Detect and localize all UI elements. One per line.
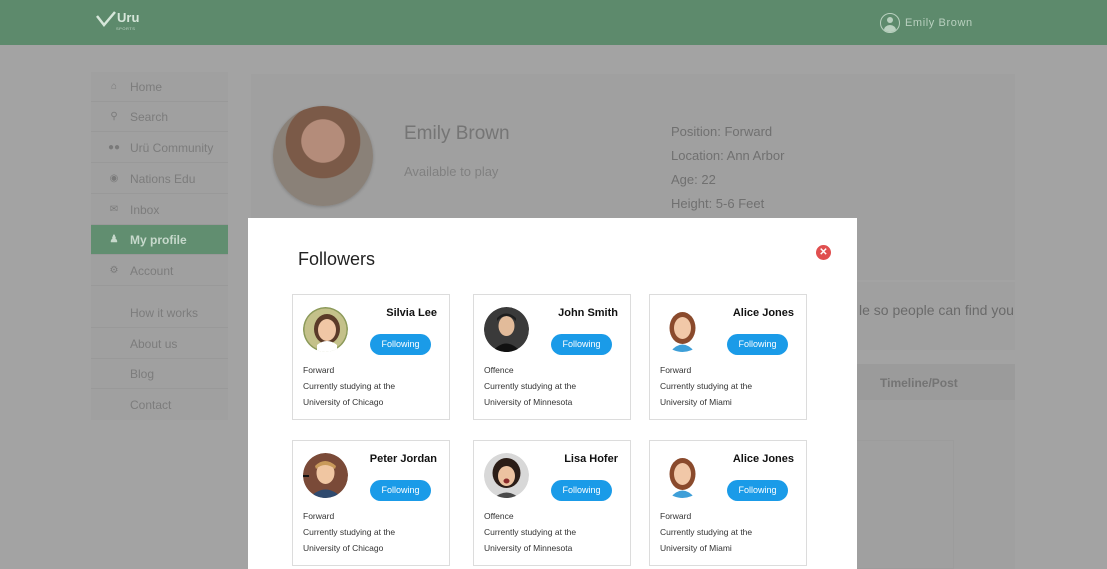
profile-status: Available to play xyxy=(404,164,499,179)
sidebar-item-label: Blog xyxy=(130,366,155,381)
follower-university: University of Miami xyxy=(660,543,732,553)
sidebar-item-label: Account xyxy=(130,263,174,278)
follower-name[interactable]: Alice Jones xyxy=(733,453,794,465)
profile-avatar xyxy=(273,106,373,206)
following-button[interactable]: Following xyxy=(551,334,612,355)
follower-study-line: Currently studying at the xyxy=(484,381,577,391)
user-name: Emily Brown xyxy=(905,17,973,29)
user-menu[interactable]: Emily Brown xyxy=(880,13,973,33)
home-icon: ⌂ xyxy=(110,81,118,92)
followers-modal: Followers ✕ Silvia Lee Following Forward… xyxy=(248,218,857,569)
follower-university: University of Chicago xyxy=(303,397,384,407)
following-button[interactable]: Following xyxy=(727,480,788,501)
profile-hint-text: le so people can find you xyxy=(859,302,1014,318)
sidebar-item-label: Contact xyxy=(130,398,172,412)
follower-position: Forward xyxy=(660,365,692,375)
tab-timeline-post[interactable]: Timeline/Post xyxy=(880,376,958,390)
timeline-box xyxy=(856,440,954,569)
follower-card: Lisa Hofer Following Offence Currently s… xyxy=(473,440,631,566)
logo-text: Uru xyxy=(117,10,140,25)
follower-avatar[interactable] xyxy=(303,453,348,498)
sidebar-item-label: Home xyxy=(130,79,163,94)
follower-position: Offence xyxy=(484,511,514,521)
sidebar-item-label: Urü Community xyxy=(130,140,214,155)
search-icon: ⚲ xyxy=(110,111,118,122)
follower-study-line: Currently studying at the xyxy=(660,527,753,537)
follower-position: Forward xyxy=(303,365,335,375)
follower-position: Forward xyxy=(660,511,692,521)
sidebar-item-label: How it works xyxy=(130,305,199,320)
following-button[interactable]: Following xyxy=(370,480,431,501)
following-button[interactable]: Following xyxy=(727,334,788,355)
follower-card: John Smith Following Offence Currently s… xyxy=(473,294,631,420)
mail-icon: ✉ xyxy=(109,204,119,215)
top-navbar: Uru SPORTS Emily Brown xyxy=(0,0,1107,45)
user-icon: ♟ xyxy=(109,234,119,245)
follower-university: University of Chicago xyxy=(303,543,384,553)
uru-logo[interactable]: Uru SPORTS xyxy=(96,10,140,31)
close-icon[interactable]: ✕ xyxy=(816,245,831,260)
follower-name[interactable]: Alice Jones xyxy=(733,307,794,319)
follower-avatar[interactable] xyxy=(303,307,348,352)
sidebar-item-label: Search xyxy=(130,109,169,124)
follower-name[interactable]: Lisa Hofer xyxy=(564,453,618,465)
follower-avatar[interactable] xyxy=(484,453,529,498)
profile-position: Position: Forward xyxy=(671,124,773,139)
follower-position: Offence xyxy=(484,365,514,375)
globe-icon: ◉ xyxy=(109,173,119,184)
modal-title: Followers xyxy=(298,249,376,269)
logo-subtext: SPORTS xyxy=(116,26,136,31)
sidebar-item-nations-edu[interactable]: ◉ Nations Edu xyxy=(91,164,228,194)
follower-study-line: Currently studying at the xyxy=(303,381,396,391)
sidebar-item-label: About us xyxy=(130,336,178,351)
sidebar-item-label: Inbox xyxy=(130,202,160,217)
follower-study-line: Currently studying at the xyxy=(660,381,753,391)
follower-name[interactable]: Silvia Lee xyxy=(386,307,437,319)
sidebar-item-inbox[interactable]: ✉ Inbox xyxy=(91,195,228,225)
user-avatar-icon xyxy=(880,13,900,33)
sidebar: ⌂ Home ⚲ Search ●● Urü Community ◉ Natio… xyxy=(91,72,228,420)
follower-university: University of Minnesota xyxy=(484,543,573,553)
sidebar-item-about-us[interactable]: About us xyxy=(91,329,228,359)
follower-card: Alice Jones Following Forward Currently … xyxy=(649,294,807,420)
follower-position: Forward xyxy=(303,511,335,521)
follower-avatar[interactable] xyxy=(660,307,705,352)
sidebar-item-search[interactable]: ⚲ Search xyxy=(91,102,228,132)
following-button[interactable]: Following xyxy=(551,480,612,501)
follower-university: University of Minnesota xyxy=(484,397,573,407)
follower-name[interactable]: Peter Jordan xyxy=(370,453,437,465)
profile-age: Age: 22 xyxy=(671,172,716,187)
sidebar-item-community[interactable]: ●● Urü Community xyxy=(91,133,228,163)
profile-location: Location: Ann Arbor xyxy=(671,148,785,163)
profile-name: Emily Brown xyxy=(404,123,510,144)
follower-card: Silvia Lee Following Forward Currently s… xyxy=(292,294,450,420)
sidebar-item-how-it-works[interactable]: How it works xyxy=(91,298,228,328)
sidebar-item-contact[interactable]: Contact xyxy=(91,390,228,420)
follower-avatar[interactable] xyxy=(660,453,705,498)
follower-card: Peter Jordan Following Forward Currently… xyxy=(292,440,450,566)
logo-check-icon xyxy=(96,11,116,27)
gear-icon: ⚙ xyxy=(109,265,119,276)
follower-study-line: Currently studying at the xyxy=(303,527,396,537)
sidebar-item-home[interactable]: ⌂ Home xyxy=(91,72,228,102)
community-icon: ●● xyxy=(107,142,121,153)
follower-university: University of Miami xyxy=(660,397,732,407)
follower-avatar[interactable] xyxy=(484,307,529,352)
sidebar-item-blog[interactable]: Blog xyxy=(91,359,228,389)
following-button[interactable]: Following xyxy=(370,334,431,355)
follower-study-line: Currently studying at the xyxy=(484,527,577,537)
sidebar-item-account[interactable]: ⚙ Account xyxy=(91,256,228,286)
follower-card: Alice Jones Following Forward Currently … xyxy=(649,440,807,566)
sidebar-item-my-profile[interactable]: ♟ My profile xyxy=(91,225,228,255)
sidebar-item-label: My profile xyxy=(130,232,187,247)
sidebar-item-label: Nations Edu xyxy=(130,171,196,186)
follower-name[interactable]: John Smith xyxy=(558,307,618,319)
profile-height: Height: 5-6 Feet xyxy=(671,196,765,211)
